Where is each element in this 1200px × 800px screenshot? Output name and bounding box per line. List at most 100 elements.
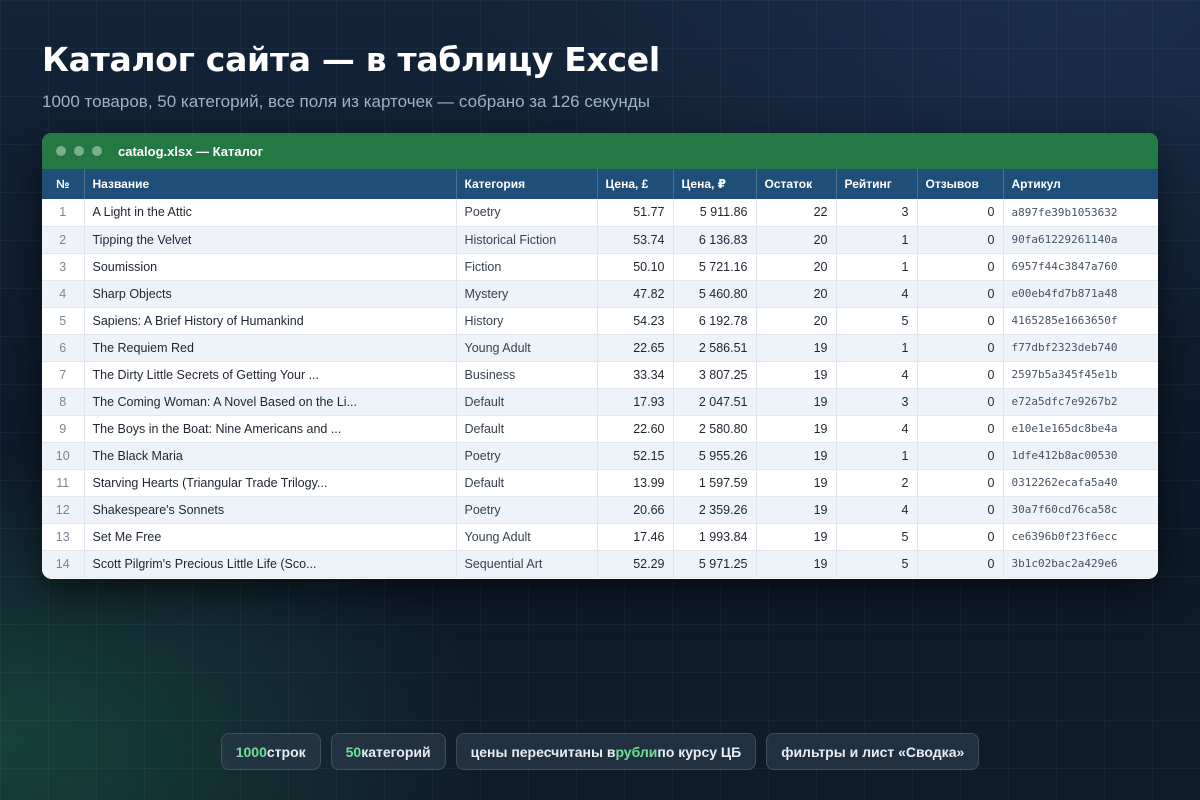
cell-price-rub[interactable]: 2 047.51: [673, 388, 757, 416]
cell-reviews[interactable]: 0: [917, 334, 1004, 362]
cell-stock[interactable]: 19: [756, 496, 837, 524]
cell-index[interactable]: 11: [42, 469, 85, 497]
cell-index[interactable]: 3: [42, 253, 85, 281]
cell-reviews[interactable]: 0: [917, 550, 1004, 578]
cell-title[interactable]: Set Me Free: [84, 523, 457, 551]
table-row[interactable]: 12 Shakespeare's Sonnets Poetry 20.66 2 359.…: [42, 496, 1158, 524]
cell-reviews[interactable]: 0: [917, 415, 1004, 443]
cell-rating[interactable]: 5: [836, 307, 918, 335]
cell-category[interactable]: Young Adult: [456, 523, 598, 551]
table-row[interactable]: 4 Sharp Objects Mystery 47.82 5 460.80 20 4 0 e0…: [42, 280, 1158, 308]
cell-reviews[interactable]: 0: [917, 280, 1004, 308]
cell-reviews[interactable]: 0: [917, 199, 1004, 227]
table-row[interactable]: 14 Scott Pilgrim's Precious Little Life (…: [42, 550, 1158, 578]
cell-price-gbp[interactable]: 47.82: [597, 280, 674, 308]
cell-stock[interactable]: 19: [756, 523, 837, 551]
cell-index[interactable]: 4: [42, 280, 85, 308]
column-header[interactable]: Рейтинг: [836, 169, 918, 199]
cell-rating[interactable]: 4: [836, 496, 918, 524]
cell-category[interactable]: Default: [456, 469, 598, 497]
cell-sku[interactable]: f77dbf2323deb740: [1003, 334, 1158, 362]
cell-price-gbp[interactable]: 17.93: [597, 388, 674, 416]
cell-price-rub[interactable]: 6 136.83: [673, 226, 757, 254]
cell-category[interactable]: Poetry: [456, 199, 598, 227]
cell-title[interactable]: Scott Pilgrim's Precious Little Life (Sc…: [84, 550, 457, 578]
cell-rating[interactable]: 1: [836, 334, 918, 362]
cell-category[interactable]: Fiction: [456, 253, 598, 281]
window-minimize-dot-icon[interactable]: [74, 146, 84, 156]
cell-title[interactable]: Starving Hearts (Triangular Trade Trilog…: [84, 469, 457, 497]
cell-title[interactable]: Sharp Objects: [84, 280, 457, 308]
cell-rating[interactable]: 1: [836, 442, 918, 470]
cell-rating[interactable]: 4: [836, 280, 918, 308]
cell-reviews[interactable]: 0: [917, 496, 1004, 524]
cell-reviews[interactable]: 0: [917, 442, 1004, 470]
cell-price-gbp[interactable]: 13.99: [597, 469, 674, 497]
column-header[interactable]: Отзывов: [917, 169, 1004, 199]
cell-stock[interactable]: 19: [756, 388, 837, 416]
cell-title[interactable]: Shakespeare's Sonnets: [84, 496, 457, 524]
cell-price-rub[interactable]: 5 955.26: [673, 442, 757, 470]
cell-stock[interactable]: 19: [756, 415, 837, 443]
cell-category[interactable]: Default: [456, 388, 598, 416]
cell-index[interactable]: 8: [42, 388, 85, 416]
cell-price-rub[interactable]: 2 580.80: [673, 415, 757, 443]
cell-reviews[interactable]: 0: [917, 361, 1004, 389]
cell-reviews[interactable]: 0: [917, 523, 1004, 551]
cell-category[interactable]: Young Adult: [456, 334, 598, 362]
cell-title[interactable]: The Dirty Little Secrets of Getting Your…: [84, 361, 457, 389]
cell-rating[interactable]: 4: [836, 361, 918, 389]
cell-reviews[interactable]: 0: [917, 469, 1004, 497]
cell-index[interactable]: 1: [42, 199, 85, 227]
column-header[interactable]: Категория: [456, 169, 598, 199]
cell-price-gbp[interactable]: 20.66: [597, 496, 674, 524]
cell-stock[interactable]: 19: [756, 469, 837, 497]
cell-index[interactable]: 13: [42, 523, 85, 551]
cell-price-gbp[interactable]: 53.74: [597, 226, 674, 254]
cell-price-gbp[interactable]: 17.46: [597, 523, 674, 551]
cell-price-gbp[interactable]: 52.29: [597, 550, 674, 578]
cell-sku[interactable]: 1dfe412b8ac00530: [1003, 442, 1158, 470]
cell-reviews[interactable]: 0: [917, 226, 1004, 254]
cell-reviews[interactable]: 0: [917, 253, 1004, 281]
cell-category[interactable]: Poetry: [456, 442, 598, 470]
cell-price-gbp[interactable]: 33.34: [597, 361, 674, 389]
cell-stock[interactable]: 20: [756, 280, 837, 308]
cell-price-rub[interactable]: 5 460.80: [673, 280, 757, 308]
cell-price-gbp[interactable]: 52.15: [597, 442, 674, 470]
cell-sku[interactable]: e10e1e165dc8be4a: [1003, 415, 1158, 443]
table-row[interactable]: 2 Tipping the Velvet Historical Fiction 53.…: [42, 226, 1158, 254]
cell-title[interactable]: A Light in the Attic: [84, 199, 457, 227]
column-header[interactable]: №: [42, 169, 85, 199]
cell-category[interactable]: Sequential Art: [456, 550, 598, 578]
window-maximize-dot-icon[interactable]: [92, 146, 102, 156]
cell-rating[interactable]: 3: [836, 388, 918, 416]
table-row[interactable]: 11 Starving Hearts (Triangular Trade Tril…: [42, 469, 1158, 497]
cell-title[interactable]: The Boys in the Boat: Nine Americans and…: [84, 415, 457, 443]
cell-price-rub[interactable]: 3 807.25: [673, 361, 757, 389]
cell-sku[interactable]: 3b1c02bac2a429e6: [1003, 550, 1158, 578]
cell-sku[interactable]: 4165285e1663650f: [1003, 307, 1158, 335]
column-header[interactable]: Остаток: [756, 169, 837, 199]
table-row[interactable]: 7 The Dirty Little Secrets of Getting You…: [42, 361, 1158, 389]
table-row[interactable]: 1A Light in the Attic Poetry 51.77 5 911.86…: [42, 199, 1158, 227]
cell-category[interactable]: Business: [456, 361, 598, 389]
table-row[interactable]: 10 The Black Maria Poetry 52.15 5 955.26 19 1 0…: [42, 442, 1158, 470]
cell-price-rub[interactable]: 5 911.86: [673, 199, 757, 227]
cell-sku[interactable]: 6957f44c3847a760: [1003, 253, 1158, 281]
cell-stock[interactable]: 20: [756, 307, 837, 335]
cell-price-rub[interactable]: 2 359.26: [673, 496, 757, 524]
table-row[interactable]: 6 The Requiem Red Young Adult 22.65 2 586.51…: [42, 334, 1158, 362]
cell-category[interactable]: Historical Fiction: [456, 226, 598, 254]
column-header[interactable]: Цена, ₽: [673, 169, 757, 199]
cell-index[interactable]: 6: [42, 334, 85, 362]
cell-title[interactable]: Soumission: [84, 253, 457, 281]
cell-rating[interactable]: 1: [836, 253, 918, 281]
window-close-dot-icon[interactable]: [56, 146, 66, 156]
cell-title[interactable]: Sapiens: A Brief History of Humankind: [84, 307, 457, 335]
cell-stock[interactable]: 20: [756, 226, 837, 254]
cell-stock[interactable]: 20: [756, 253, 837, 281]
cell-stock[interactable]: 19: [756, 550, 837, 578]
cell-rating[interactable]: 1: [836, 226, 918, 254]
cell-price-gbp[interactable]: 51.77: [597, 199, 674, 227]
